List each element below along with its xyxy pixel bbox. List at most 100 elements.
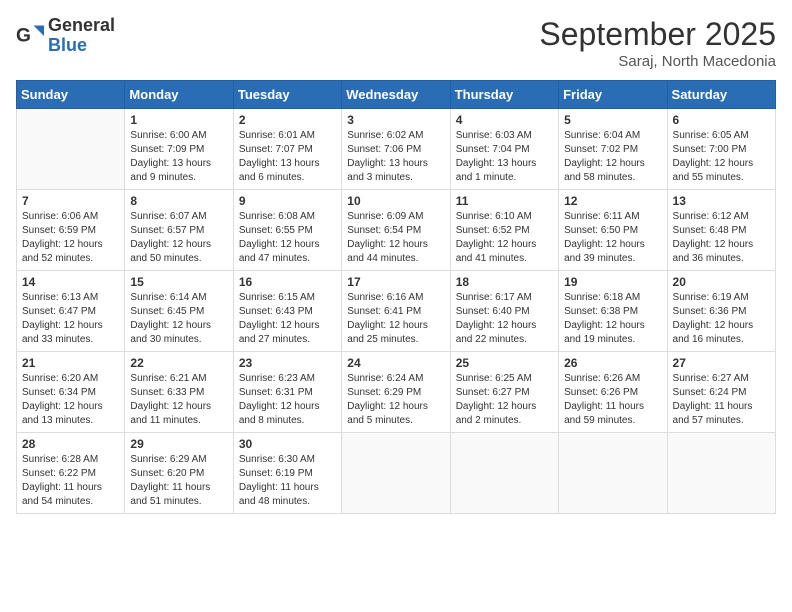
calendar-cell [559, 433, 667, 514]
calendar-cell: 16 Sunrise: 6:15 AM Sunset: 6:43 PM Dayli… [233, 271, 341, 352]
day-number: 5 [564, 113, 661, 127]
day-info: Sunrise: 6:09 AM Sunset: 6:54 PM Dayligh… [347, 210, 444, 266]
day-info: Sunrise: 6:10 AM Sunset: 6:52 PM Dayligh… [456, 210, 553, 266]
calendar-cell: 30 Sunrise: 6:30 AM Sunset: 6:19 PM Dayli… [233, 433, 341, 514]
calendar-week-row: 14Sunrise: 6:13 AM Sunset: 6:47 PM Dayli… [17, 271, 776, 352]
day-info: Sunrise: 6:18 AM Sunset: 6:38 PM Dayligh… [564, 291, 661, 347]
calendar-cell: 22 Sunrise: 6:21 AM Sunset: 6:33 PM Dayli… [125, 352, 233, 433]
day-number: 10 [347, 194, 444, 208]
day-info: Sunrise: 6:25 AM Sunset: 6:27 PM Dayligh… [456, 372, 553, 428]
calendar-cell: 11 Sunrise: 6:10 AM Sunset: 6:52 PM Dayli… [450, 190, 558, 271]
day-number: 16 [239, 275, 336, 289]
day-number: 2 [239, 113, 336, 127]
calendar-cell: 13Sunrise: 6:12 AM Sunset: 6:48 PM Dayli… [667, 190, 775, 271]
col-header-sunday: Sunday [17, 81, 125, 109]
title-block: September 2025 Saraj, North Macedonia [539, 16, 776, 70]
day-info: Sunrise: 6:05 AM Sunset: 7:00 PM Dayligh… [673, 129, 770, 185]
calendar-cell: 21 Sunrise: 6:20 AM Sunset: 6:34 PM Dayli… [17, 352, 125, 433]
calendar-cell: 7Sunrise: 6:06 AM Sunset: 6:59 PM Daylig… [17, 190, 125, 271]
col-header-saturday: Saturday [667, 81, 775, 109]
day-info: Sunrise: 6:00 AM Sunset: 7:09 PM Dayligh… [130, 129, 227, 185]
calendar-cell: 10 Sunrise: 6:09 AM Sunset: 6:54 PM Dayli… [342, 190, 450, 271]
day-number: 17 [347, 275, 444, 289]
day-info: Sunrise: 6:15 AM Sunset: 6:43 PM Dayligh… [239, 291, 336, 347]
day-number: 18 [456, 275, 553, 289]
calendar-cell: 28 Sunrise: 6:28 AM Sunset: 6:22 PM Dayli… [17, 433, 125, 514]
col-header-thursday: Thursday [450, 81, 558, 109]
day-info: Sunrise: 6:21 AM Sunset: 6:33 PM Dayligh… [130, 372, 227, 428]
calendar-week-row: 21 Sunrise: 6:20 AM Sunset: 6:34 PM Dayli… [17, 352, 776, 433]
day-number: 12 [564, 194, 661, 208]
day-info: Sunrise: 6:27 AM Sunset: 6:24 PM Dayligh… [673, 372, 770, 428]
day-number: 14 [22, 275, 119, 289]
calendar-week-row: 1 Sunrise: 6:00 AM Sunset: 7:09 PM Daylig… [17, 109, 776, 190]
day-number: 29 [130, 437, 227, 451]
logo-general-text: General [48, 16, 115, 36]
calendar-cell: 23 Sunrise: 6:23 AM Sunset: 6:31 PM Dayli… [233, 352, 341, 433]
day-info: Sunrise: 6:23 AM Sunset: 6:31 PM Dayligh… [239, 372, 336, 428]
calendar-cell: 12 Sunrise: 6:11 AM Sunset: 6:50 PM Dayli… [559, 190, 667, 271]
day-number: 4 [456, 113, 553, 127]
calendar-cell: 17Sunrise: 6:16 AM Sunset: 6:41 PM Dayli… [342, 271, 450, 352]
day-info: Sunrise: 6:19 AM Sunset: 6:36 PM Dayligh… [673, 291, 770, 347]
calendar-cell: 5Sunrise: 6:04 AM Sunset: 7:02 PM Daylig… [559, 109, 667, 190]
day-info: Sunrise: 6:01 AM Sunset: 7:07 PM Dayligh… [239, 129, 336, 185]
day-info: Sunrise: 6:29 AM Sunset: 6:20 PM Dayligh… [130, 453, 227, 509]
day-number: 22 [130, 356, 227, 370]
calendar-week-row: 28 Sunrise: 6:28 AM Sunset: 6:22 PM Dayli… [17, 433, 776, 514]
day-info: Sunrise: 6:30 AM Sunset: 6:19 PM Dayligh… [239, 453, 336, 509]
day-number: 6 [673, 113, 770, 127]
calendar-cell: 20 Sunrise: 6:19 AM Sunset: 6:36 PM Dayli… [667, 271, 775, 352]
day-info: Sunrise: 6:24 AM Sunset: 6:29 PM Dayligh… [347, 372, 444, 428]
calendar-cell: 18 Sunrise: 6:17 AM Sunset: 6:40 PM Dayli… [450, 271, 558, 352]
col-header-wednesday: Wednesday [342, 81, 450, 109]
calendar-week-row: 7Sunrise: 6:06 AM Sunset: 6:59 PM Daylig… [17, 190, 776, 271]
day-info: Sunrise: 6:17 AM Sunset: 6:40 PM Dayligh… [456, 291, 553, 347]
day-info: Sunrise: 6:06 AM Sunset: 6:59 PM Dayligh… [22, 210, 119, 266]
day-number: 11 [456, 194, 553, 208]
logo-blue-text: Blue [48, 36, 115, 56]
day-number: 26 [564, 356, 661, 370]
calendar-cell: 19 Sunrise: 6:18 AM Sunset: 6:38 PM Dayli… [559, 271, 667, 352]
col-header-monday: Monday [125, 81, 233, 109]
day-number: 27 [673, 356, 770, 370]
day-info: Sunrise: 6:11 AM Sunset: 6:50 PM Dayligh… [564, 210, 661, 266]
col-header-tuesday: Tuesday [233, 81, 341, 109]
day-number: 30 [239, 437, 336, 451]
day-number: 20 [673, 275, 770, 289]
day-number: 28 [22, 437, 119, 451]
calendar-cell [17, 109, 125, 190]
calendar-cell: 6 Sunrise: 6:05 AM Sunset: 7:00 PM Daylig… [667, 109, 775, 190]
day-info: Sunrise: 6:03 AM Sunset: 7:04 PM Dayligh… [456, 129, 553, 185]
day-number: 23 [239, 356, 336, 370]
calendar-cell [450, 433, 558, 514]
calendar-cell: 8Sunrise: 6:07 AM Sunset: 6:57 PM Daylig… [125, 190, 233, 271]
day-info: Sunrise: 6:20 AM Sunset: 6:34 PM Dayligh… [22, 372, 119, 428]
calendar-cell: 4 Sunrise: 6:03 AM Sunset: 7:04 PM Daylig… [450, 109, 558, 190]
calendar-cell: 15 Sunrise: 6:14 AM Sunset: 6:45 PM Dayli… [125, 271, 233, 352]
day-info: Sunrise: 6:28 AM Sunset: 6:22 PM Dayligh… [22, 453, 119, 509]
day-number: 19 [564, 275, 661, 289]
svg-text:G: G [16, 25, 31, 46]
calendar-cell: 26 Sunrise: 6:26 AM Sunset: 6:26 PM Dayli… [559, 352, 667, 433]
calendar-cell [342, 433, 450, 514]
location-text: Saraj, North Macedonia [539, 53, 776, 70]
day-number: 1 [130, 113, 227, 127]
calendar-cell: 14Sunrise: 6:13 AM Sunset: 6:47 PM Dayli… [17, 271, 125, 352]
col-header-friday: Friday [559, 81, 667, 109]
calendar-table: SundayMondayTuesdayWednesdayThursdayFrid… [16, 80, 776, 514]
day-info: Sunrise: 6:26 AM Sunset: 6:26 PM Dayligh… [564, 372, 661, 428]
day-info: Sunrise: 6:14 AM Sunset: 6:45 PM Dayligh… [130, 291, 227, 347]
logo: G General Blue [16, 16, 115, 56]
month-title: September 2025 [539, 16, 776, 53]
calendar-cell: 9Sunrise: 6:08 AM Sunset: 6:55 PM Daylig… [233, 190, 341, 271]
day-number: 13 [673, 194, 770, 208]
logo-icon: G [16, 22, 44, 50]
logo-text: General Blue [48, 16, 115, 56]
day-info: Sunrise: 6:02 AM Sunset: 7:06 PM Dayligh… [347, 129, 444, 185]
day-number: 15 [130, 275, 227, 289]
day-number: 3 [347, 113, 444, 127]
calendar-cell: 24Sunrise: 6:24 AM Sunset: 6:29 PM Dayli… [342, 352, 450, 433]
calendar-cell: 1 Sunrise: 6:00 AM Sunset: 7:09 PM Daylig… [125, 109, 233, 190]
day-number: 21 [22, 356, 119, 370]
